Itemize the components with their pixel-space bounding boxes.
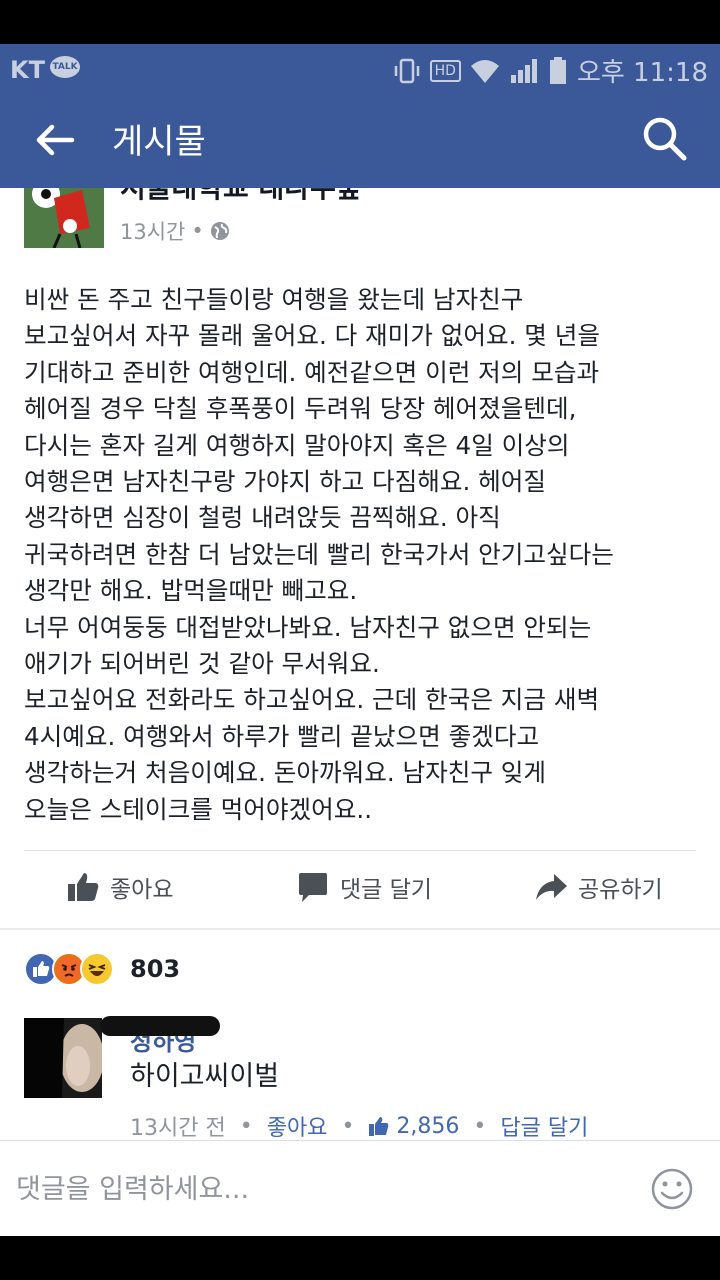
- comment-text: 하이고씨이벌: [130, 1061, 280, 1092]
- bottom-screen-border: [0, 1236, 720, 1280]
- post-body-text: 비싼 돈 주고 친구들이랑 여행을 왔는데 남자친구 보고싶어서 자꾸 몰래 울…: [24, 285, 614, 824]
- kakaotalk-icon: TALK: [50, 56, 80, 78]
- app-bar: 게시물: [0, 92, 720, 188]
- action-divider: [24, 850, 696, 851]
- section-divider: [0, 928, 720, 930]
- share-button[interactable]: 공유하기: [534, 870, 663, 904]
- page-name[interactable]: 서울대학교 대나무숲: [120, 188, 362, 206]
- name-redaction-mark: [100, 1016, 220, 1036]
- meta-separator: •: [239, 1113, 253, 1139]
- search-icon[interactable]: [640, 114, 688, 162]
- page-avatar[interactable]: [24, 188, 104, 248]
- post-scroll-area[interactable]: 서울대학교 대나무숲 13시간 • 비싼 돈 주고 친구들이랑 여행을 왔는데 …: [0, 188, 720, 1140]
- top-screen-border: [0, 0, 720, 44]
- reaction-summary[interactable]: 803: [24, 952, 180, 986]
- like-button[interactable]: 좋아요: [66, 870, 173, 904]
- reply-button[interactable]: 답글 달기: [500, 1110, 588, 1140]
- reaction-count: 803: [130, 955, 181, 983]
- smiley-icon[interactable]: [650, 1167, 694, 1211]
- like-label: 좋아요: [110, 877, 174, 903]
- share-arrow-icon: [536, 874, 567, 900]
- comment-icon: [299, 873, 327, 902]
- meta-separator: •: [191, 219, 204, 243]
- page-title: 게시물: [112, 122, 206, 162]
- comment-label: 댓글 달기: [340, 877, 432, 903]
- status-time: 오후 11:18: [576, 58, 708, 88]
- thumbs-up-icon: [369, 1117, 389, 1136]
- comment-input[interactable]: [16, 1165, 616, 1213]
- meta-separator: •: [473, 1113, 487, 1139]
- share-label: 공유하기: [578, 877, 663, 903]
- comment-meta: 13시간 전 • 좋아요 • 2,856 • 답글 달기: [130, 1110, 588, 1141]
- thumbs-up-icon: [68, 873, 99, 901]
- battery-icon: [549, 56, 566, 84]
- commenter-avatar[interactable]: [24, 1018, 102, 1098]
- wifi-icon: [470, 59, 499, 83]
- signal-icon: [510, 58, 537, 83]
- character-icon: [24, 188, 104, 248]
- comment-time: 13시간 전: [130, 1116, 226, 1140]
- hd-voice-icon: HD: [429, 59, 461, 82]
- post-action-bar: 좋아요 댓글 달기 공유하기: [0, 852, 720, 926]
- comment-like-button[interactable]: 좋아요: [267, 1110, 328, 1140]
- arrow-left-icon[interactable]: [32, 118, 76, 162]
- status-bar: KT TALK HD 오후 11:18: [0, 44, 720, 92]
- post-meta: 13시간 •: [120, 216, 230, 246]
- globe-icon: [210, 222, 229, 240]
- vibrate-icon: [394, 58, 419, 83]
- post-time[interactable]: 13시간: [120, 216, 185, 246]
- comment-button[interactable]: 댓글 달기: [296, 870, 432, 904]
- haha-reaction-icon: [80, 952, 114, 986]
- comment-like-count[interactable]: 2,856: [396, 1114, 459, 1139]
- meta-separator: •: [341, 1113, 355, 1139]
- carrier-label: KT: [10, 56, 45, 84]
- comment-composer: [0, 1140, 720, 1236]
